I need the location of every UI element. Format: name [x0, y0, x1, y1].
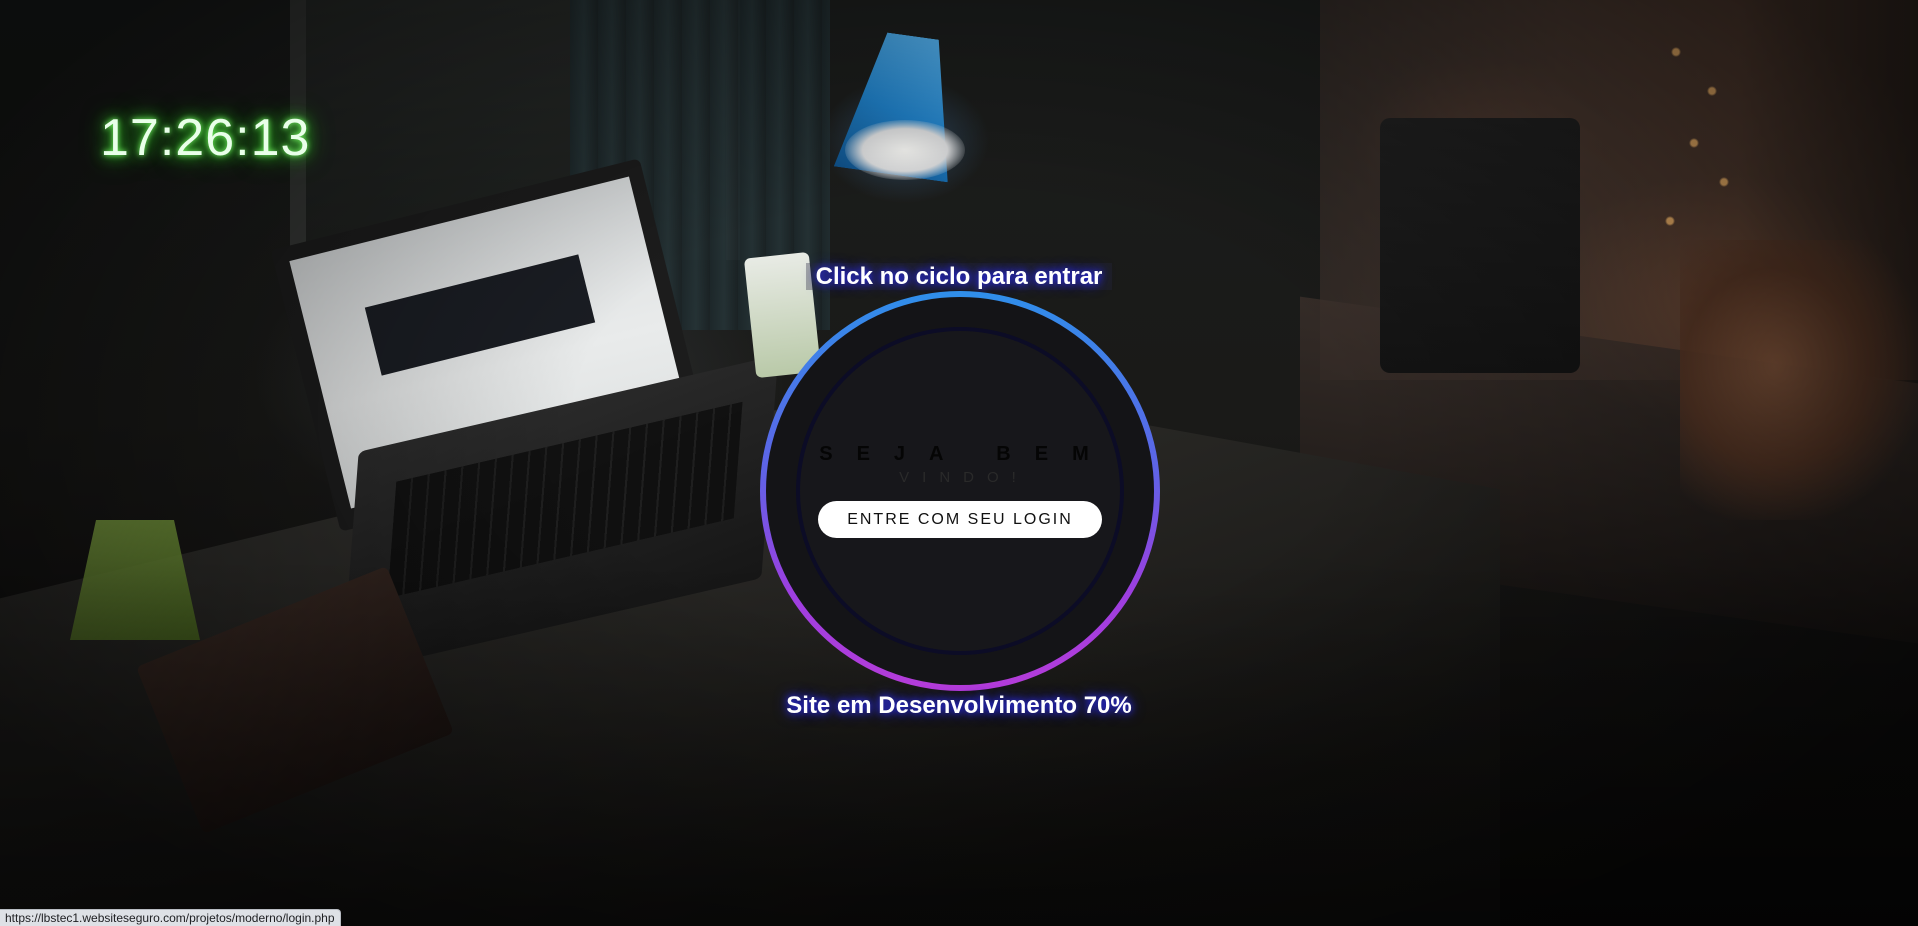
bg-shelf	[1300, 296, 1918, 644]
development-status: Site em Desenvolvimento 70%	[786, 692, 1132, 719]
bg-laptop-base	[341, 355, 779, 675]
browser-status-url: https://lbstec1.websiteseguro.com/projet…	[0, 909, 341, 926]
bg-window	[290, 0, 740, 260]
bg-speaker	[1380, 118, 1580, 373]
digital-clock: 17:26:13	[100, 109, 311, 167]
bg-desk	[0, 380, 1500, 926]
bg-keyboard	[387, 401, 743, 599]
bg-lamp-shade	[834, 28, 967, 183]
bg-laptop-screen	[289, 176, 691, 509]
enter-hint-text: Click no ciclo para entrar	[805, 263, 1113, 290]
enter-hint: Click no ciclo para entrar	[0, 263, 1918, 291]
welcome-subtitle: VINDO!	[899, 469, 1029, 486]
bg-wall	[1320, 0, 1918, 380]
entry-circle[interactable]: SEJA BEM VINDO! ENTRE COM SEU LOGIN	[760, 291, 1160, 691]
welcome-title: SEJA BEM	[819, 443, 1113, 465]
bg-laptop-bezel	[270, 158, 710, 532]
login-button[interactable]: ENTRE COM SEU LOGIN	[818, 501, 1102, 538]
bg-string-lights	[1640, 0, 1760, 260]
bg-green-holder	[70, 520, 200, 640]
bg-lamp-glow	[845, 120, 965, 180]
page-background: 17:26:13 Click no ciclo para entrar SEJA…	[0, 0, 1918, 926]
entry-circle-core	[796, 327, 1124, 655]
